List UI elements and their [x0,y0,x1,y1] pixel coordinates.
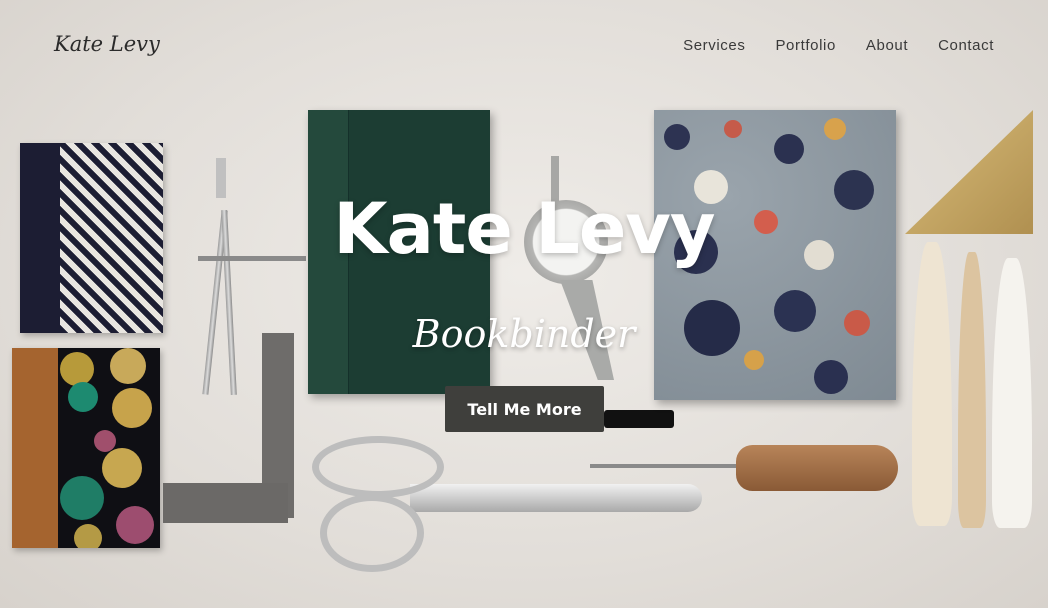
hero-title: Kate Levy [333,188,715,270]
pen [604,410,674,428]
book-dot [116,506,154,544]
tell-me-more-button[interactable]: Tell Me More [445,386,604,432]
hero-subtitle: Bookbinder [412,312,636,356]
polka-dot-book [12,348,160,548]
book-dot [74,524,102,548]
bone-folder [958,252,986,528]
book-dot [68,382,98,412]
book-dot [60,352,94,386]
main-nav: Services Portfolio About Contact [683,37,994,54]
marble-spot [824,118,846,140]
brand-logo-link[interactable]: Kate Levy [54,32,160,56]
scissor-handle [312,436,444,498]
awl-needle [590,464,740,468]
try-square-base [163,483,288,523]
book-spine [12,348,58,548]
marble-spot [724,120,742,138]
bone-folder [912,242,952,526]
scissor-blade [410,484,702,512]
bone-folder [992,258,1032,528]
nav-link-about[interactable]: About [866,37,908,54]
marble-spot [664,124,690,150]
marble-spot [814,360,848,394]
site-header: Kate Levy Services Portfolio About Conta… [0,0,1048,92]
book-dot [112,388,152,428]
nav-link-portfolio[interactable]: Portfolio [775,37,835,54]
book-dot [102,448,142,488]
book-dot [94,430,116,452]
awl-handle [736,445,898,491]
nav-link-contact[interactable]: Contact [938,37,994,54]
book-dot [60,476,104,520]
scissor-handle [320,494,424,572]
marble-spot [774,134,804,164]
nav-link-services[interactable]: Services [683,37,745,54]
